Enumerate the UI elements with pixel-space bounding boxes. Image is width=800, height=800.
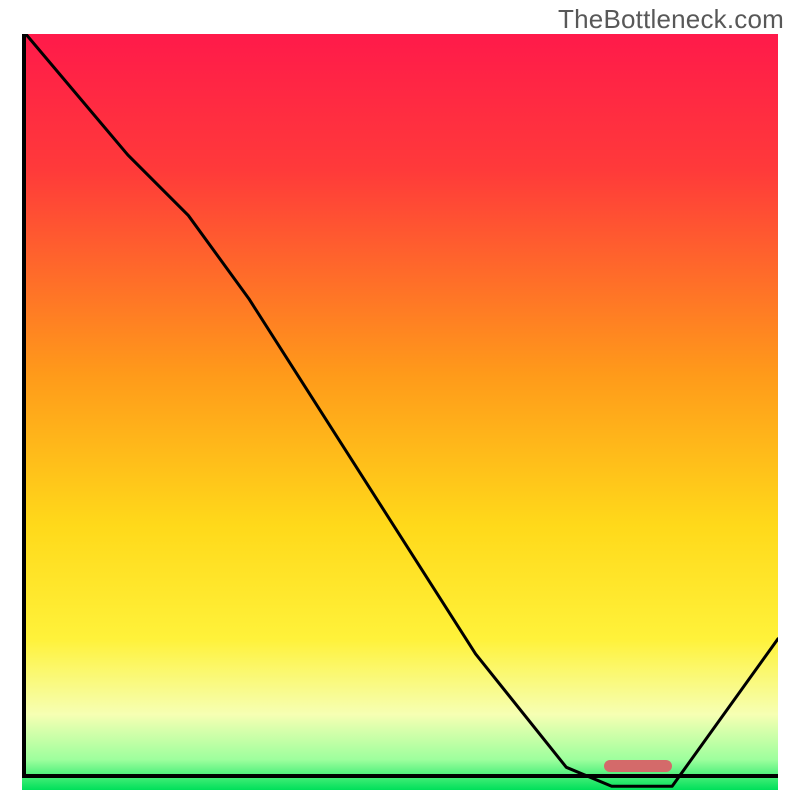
axis-x (22, 774, 778, 778)
optimal-range-marker (604, 760, 672, 772)
watermark-text: TheBottleneck.com (558, 4, 784, 35)
axis-y (22, 34, 26, 778)
bottleneck-curve (22, 34, 778, 790)
plot-area (22, 34, 778, 778)
chart-container: TheBottleneck.com (0, 0, 800, 800)
